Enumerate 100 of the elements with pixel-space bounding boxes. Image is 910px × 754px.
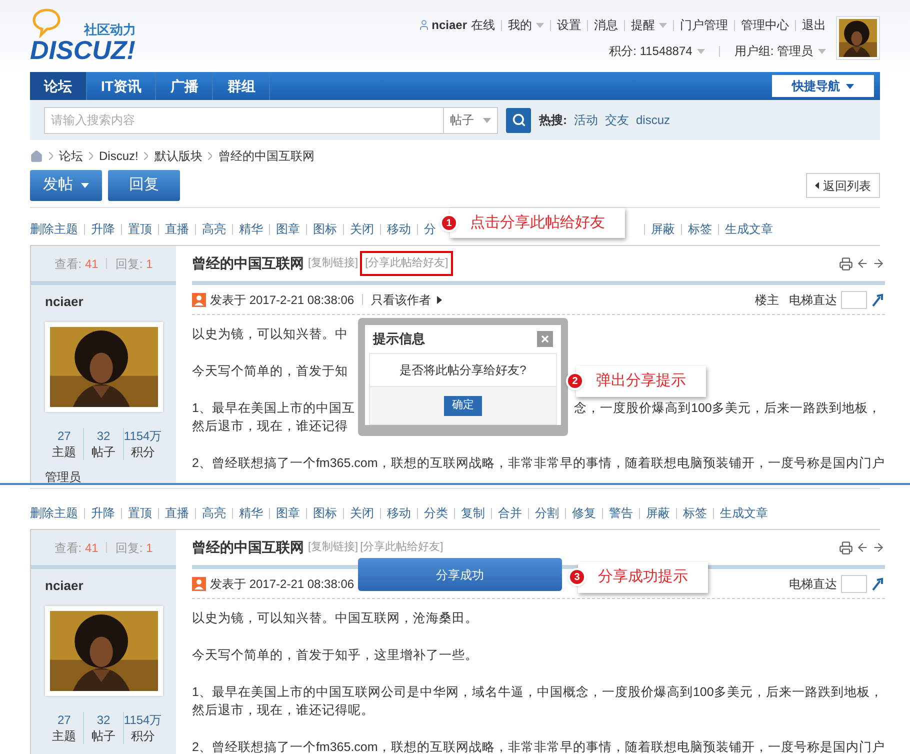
next-icon[interactable]: [872, 541, 885, 554]
new-post-button[interactable]: 发帖: [30, 170, 102, 201]
caret-icon: [818, 48, 826, 54]
moderation-link[interactable]: 图标: [313, 220, 337, 238]
moderation-link[interactable]: 修复: [572, 504, 596, 522]
moderation-link[interactable]: 图标: [313, 504, 337, 522]
go-icon[interactable]: [870, 292, 885, 306]
back-to-list-button[interactable]: 返回列表: [806, 173, 880, 198]
user-menu-link[interactable]: 消息: [594, 16, 618, 34]
search-scope-select[interactable]: 帖子: [444, 106, 498, 134]
stat-value[interactable]: 1154万: [124, 428, 162, 444]
breadcrumb-link[interactable]: 默认版块: [154, 147, 202, 165]
moderation-link[interactable]: 图章: [276, 220, 300, 238]
moderation-link[interactable]: 图章: [276, 504, 300, 522]
print-icon[interactable]: [838, 540, 853, 554]
floor-input[interactable]: [840, 574, 867, 592]
post-time: 发表于 2017-2-21 08:38:06: [210, 576, 354, 592]
hot-search-link[interactable]: 交友: [605, 111, 629, 129]
step-badge: 1: [440, 214, 458, 232]
chevron-icon: [89, 152, 93, 160]
moderation-link[interactable]: 生成文章: [720, 504, 768, 522]
moderation-link[interactable]: 直播: [165, 220, 189, 238]
moderation-link[interactable]: 生成文章: [725, 220, 773, 238]
moderation-link[interactable]: 关闭: [350, 504, 374, 522]
view-count: 查看: 41: [54, 540, 98, 556]
moderation-link[interactable]: 分割: [535, 504, 559, 522]
next-icon[interactable]: [872, 257, 885, 270]
moderation-link[interactable]: 删除主题: [30, 504, 78, 522]
moderation-link[interactable]: 警告: [609, 504, 633, 522]
moderation-link[interactable]: 精华: [239, 504, 263, 522]
moderation-link[interactable]: 关闭: [350, 220, 374, 238]
user-menu-link[interactable]: 我的: [508, 16, 544, 34]
jump-label: 电梯直达: [788, 292, 837, 308]
breadcrumb-link[interactable]: 曾经的中国互联网: [218, 147, 314, 165]
user-menu-link[interactable]: 退出: [802, 16, 826, 34]
breadcrumb-link[interactable]: Discuz!: [99, 147, 138, 165]
hot-search-label: 热搜:: [539, 112, 567, 129]
user-menu-link[interactable]: 门户管理: [680, 16, 728, 34]
floor-input[interactable]: [840, 290, 867, 308]
moderation-link[interactable]: 移动: [387, 220, 411, 238]
moderation-link[interactable]: 高亮: [202, 220, 226, 238]
moderation-link[interactable]: 屏蔽: [646, 504, 670, 522]
reply-button[interactable]: 回复: [108, 170, 180, 201]
hot-search-link[interactable]: 活动: [574, 111, 598, 129]
moderation-link[interactable]: 合并: [498, 504, 522, 522]
stat-value[interactable]: 27: [57, 428, 71, 444]
callout-note: 分享成功提示: [578, 562, 708, 592]
stat-value[interactable]: 1154万: [124, 712, 162, 728]
previous-icon[interactable]: [856, 257, 869, 270]
print-icon[interactable]: [838, 256, 853, 270]
search-field[interactable]: 请输入搜索内容: [44, 106, 444, 134]
author-name[interactable]: nciaer: [45, 576, 162, 596]
moderation-link[interactable]: 升降: [91, 220, 115, 238]
user-menu-link[interactable]: 提醒: [631, 16, 667, 34]
user-role: 管理员: [45, 468, 82, 483]
moderation-link[interactable]: 精华: [239, 220, 263, 238]
moderation-link[interactable]: 升降: [91, 504, 115, 522]
search-button[interactable]: [506, 108, 531, 132]
stat-label: 积分: [130, 728, 155, 744]
confirm-button[interactable]: 确定: [444, 396, 482, 416]
dialog-message: 是否将此帖分享给好友?: [369, 353, 557, 387]
stat-value[interactable]: 27: [57, 712, 71, 728]
moderation-link[interactable]: 直播: [165, 504, 189, 522]
moderation-link[interactable]: 删除主题: [30, 220, 78, 238]
stat-value[interactable]: 32: [96, 712, 110, 728]
moderation-link[interactable]: 高亮: [202, 504, 226, 522]
moderation-link[interactable]: 标签: [688, 220, 712, 238]
post-text: 念，一度股价爆高到100多美元，后来一路跌到地板，: [574, 400, 881, 417]
dialog-title: 提示信息: [373, 330, 425, 348]
previous-icon[interactable]: [856, 541, 869, 554]
moderation-link[interactable]: 标签: [683, 504, 707, 522]
moderation-link[interactable]: 复制: [461, 504, 485, 522]
success-toast: 分享成功: [358, 558, 562, 591]
search-icon: [512, 113, 526, 127]
callout-note: 点击分享此帖给好友: [450, 208, 625, 238]
user-group-link[interactable]: 用户组: 管理员: [734, 42, 826, 60]
points-link[interactable]: 积分: 11548874: [609, 42, 706, 60]
quick-nav-button[interactable]: 快捷导航: [772, 75, 874, 97]
stat-value[interactable]: 32: [96, 428, 110, 444]
user-menu-link[interactable]: 设置: [557, 16, 581, 34]
jump-label: 电梯直达: [788, 576, 837, 592]
author-only-link[interactable]: 只看该作者: [371, 290, 442, 308]
online-status: 在线: [471, 17, 495, 34]
breadcrumb-link[interactable]: 论坛: [59, 147, 83, 165]
nav-tab[interactable]: 论坛: [30, 72, 87, 100]
moderation-link[interactable]: 置顶: [128, 220, 152, 238]
username-link[interactable]: nciaer: [432, 16, 467, 34]
moderation-link[interactable]: 置顶: [128, 504, 152, 522]
moderation-link[interactable]: 分类: [424, 504, 448, 522]
moderation-link[interactable]: 分: [424, 220, 436, 238]
speech-bubble-icon: [32, 8, 62, 38]
stat-label: 主题: [52, 728, 76, 744]
moderation-link[interactable]: 移动: [387, 504, 411, 522]
avatar-frame[interactable]: [836, 16, 880, 60]
user-menu-link[interactable]: 管理中心: [741, 16, 789, 34]
hot-search-link[interactable]: discuz: [636, 111, 670, 129]
moderation-link[interactable]: 屏蔽: [651, 220, 675, 238]
close-button[interactable]: [537, 331, 553, 347]
go-icon[interactable]: [870, 576, 885, 590]
author-name[interactable]: nciaer: [45, 292, 162, 312]
